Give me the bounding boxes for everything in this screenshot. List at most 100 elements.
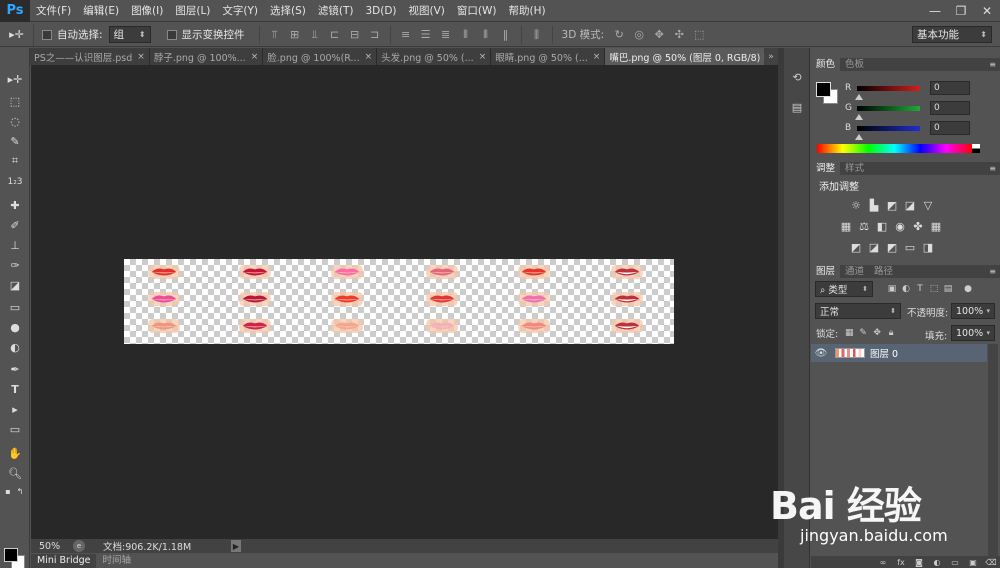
tab-adjustments[interactable]: 调整	[811, 162, 841, 175]
zoom-tool-icon[interactable]: 🔍︎	[5, 464, 25, 482]
opacity-input[interactable]: 100% ▾	[951, 303, 995, 319]
r-slider[interactable]	[857, 85, 920, 91]
tab-paths[interactable]: 路径	[869, 265, 898, 278]
blur-tool-icon[interactable]: ●	[5, 318, 25, 336]
document-tab[interactable]: 嘴巴.png @ 50% (图层 0, RGB/8) *×	[605, 48, 778, 65]
tab-color[interactable]: 颜色	[811, 58, 841, 71]
brush-tool-icon[interactable]: ✐	[5, 216, 25, 234]
menu-item[interactable]: 编辑(E)	[77, 0, 125, 22]
document-tab[interactable]: PS之——认识图层.psd ×	[30, 48, 150, 65]
link-layers-icon[interactable]: ∞	[874, 558, 892, 567]
filter-shape-icon[interactable]: ⬚	[927, 282, 941, 296]
properties-panel-icon[interactable]: ▤	[788, 98, 806, 116]
new-adjustment-icon[interactable]: ◐	[928, 558, 946, 567]
filter-smart-object-icon[interactable]: ▤	[941, 282, 955, 296]
tab-close-icon[interactable]: ×	[137, 52, 145, 62]
tab-close-icon[interactable]: ×	[593, 52, 601, 62]
lock-all-icon[interactable]: 🔒︎	[884, 326, 898, 340]
gradient-tool-icon[interactable]: ▭	[5, 298, 25, 316]
bottom-tab[interactable]: 时间轴	[96, 554, 137, 568]
align-left-icon[interactable]: ⊏	[326, 26, 344, 44]
menu-item[interactable]: 图层(L)	[169, 0, 216, 22]
exposure-icon[interactable]: ◪	[903, 198, 917, 212]
document-tab[interactable]: 脸.png @ 100%(R... ×	[263, 48, 378, 65]
tab-swatches[interactable]: 色板	[840, 58, 869, 71]
hue-saturation-icon[interactable]: ▦	[839, 219, 853, 233]
g-slider-thumb[interactable]	[855, 114, 863, 120]
selective-color-icon[interactable]: ◨	[921, 240, 935, 254]
quick-select-tool-icon[interactable]: ✎	[5, 132, 25, 150]
r-slider-thumb[interactable]	[855, 94, 863, 100]
color-foreground-swatch[interactable]	[816, 82, 831, 97]
layer-filter-dropdown[interactable]: ⌕ 类型 ⬍	[815, 281, 873, 297]
menu-item[interactable]: 帮助(H)	[503, 0, 552, 22]
marquee-tool-icon[interactable]: ⬚	[5, 92, 25, 110]
blend-mode-dropdown[interactable]: 正常 ⬍	[815, 303, 901, 319]
drag-3d-icon[interactable]: ✥	[650, 26, 668, 44]
new-layer-icon[interactable]: ▣	[964, 558, 982, 567]
color-lookup-icon[interactable]: ▦	[929, 219, 943, 233]
document-tab[interactable]: 脖子.png @ 100%... ×	[149, 48, 264, 65]
lasso-tool-icon[interactable]: ◌	[5, 112, 25, 130]
r-value-input[interactable]: 0	[930, 81, 970, 95]
swap-colors-icon[interactable]: ↰	[14, 482, 26, 500]
tab-close-icon[interactable]: ×	[251, 52, 259, 62]
restore-button[interactable]: ❐	[948, 0, 974, 22]
path-select-tool-icon[interactable]: ▸	[5, 400, 25, 418]
foreground-color-swatch[interactable]	[4, 548, 18, 562]
status-menu-arrow-icon[interactable]: ▶	[231, 540, 241, 552]
menu-item[interactable]: 文字(Y)	[216, 0, 264, 22]
menu-item[interactable]: 文件(F)	[30, 0, 77, 22]
status-info-icon[interactable]: e	[73, 540, 85, 552]
distribute-left-icon[interactable]: ⦀	[457, 26, 475, 44]
type-tool-icon[interactable]: T	[5, 380, 25, 398]
align-bottom-icon[interactable]: ⫫	[306, 26, 324, 44]
align-top-icon[interactable]: ⫪	[266, 26, 284, 44]
rectangle-tool-icon[interactable]: ▭	[5, 420, 25, 438]
auto-align-icon[interactable]: ⫼	[528, 26, 546, 44]
workspace-dropdown[interactable]: 基本功能 ⬍	[912, 26, 992, 43]
filter-toggle-icon[interactable]: ●	[961, 282, 975, 296]
filter-adjustment-icon[interactable]: ◐	[899, 282, 913, 296]
tab-close-icon[interactable]: ×	[365, 52, 373, 62]
tab-overflow-icon[interactable]: »	[764, 48, 778, 65]
tab-layers[interactable]: 图层	[811, 265, 841, 278]
pen-tool-icon[interactable]: ✒	[5, 360, 25, 378]
filter-pixel-icon[interactable]: ▣	[885, 282, 899, 296]
color-spectrum-bw[interactable]	[972, 144, 980, 153]
move-tool-preset[interactable]: ▸✛	[0, 23, 34, 46]
levels-icon[interactable]: ▙	[867, 198, 881, 212]
menu-item[interactable]: 选择(S)	[264, 0, 312, 22]
tab-styles[interactable]: 样式	[840, 162, 869, 175]
brightness-contrast-icon[interactable]: ☼	[849, 198, 863, 212]
panel-menu-icon[interactable]: ≡	[989, 265, 996, 278]
photo-filter-icon[interactable]: ◉	[893, 219, 907, 233]
align-hcenter-icon[interactable]: ⊟	[346, 26, 364, 44]
layers-scrollbar[interactable]	[988, 344, 998, 556]
panel-menu-icon[interactable]: ≡	[989, 162, 996, 175]
distribute-hcenter-icon[interactable]: ⫴	[477, 26, 495, 44]
g-value-input[interactable]: 0	[930, 101, 970, 115]
slide-3d-icon[interactable]: ✣	[670, 26, 688, 44]
posterize-icon[interactable]: ◪	[867, 240, 881, 254]
crop-tool-icon[interactable]: ⌗	[5, 152, 25, 170]
curves-icon[interactable]: ◩	[885, 198, 899, 212]
default-colors-icon[interactable]: ▪	[2, 482, 14, 500]
gradient-map-icon[interactable]: ▭	[903, 240, 917, 254]
close-button[interactable]: ✕	[974, 0, 1000, 22]
vibrance-icon[interactable]: ▽	[921, 198, 935, 212]
threshold-icon[interactable]: ◩	[885, 240, 899, 254]
menu-item[interactable]: 窗口(W)	[451, 0, 503, 22]
panel-menu-icon[interactable]: ≡	[989, 58, 996, 71]
document-tab[interactable]: 头发.png @ 50% (... ×	[377, 48, 492, 65]
eraser-tool-icon[interactable]: ◪	[5, 276, 25, 294]
history-brush-tool-icon[interactable]: ✑	[5, 256, 25, 274]
menu-item[interactable]: 视图(V)	[403, 0, 451, 22]
layer-mask-icon[interactable]: ◙	[910, 558, 928, 567]
distribute-right-icon[interactable]: ‖	[497, 26, 515, 44]
black-white-icon[interactable]: ◧	[875, 219, 889, 233]
clone-stamp-tool-icon[interactable]: ⊥	[5, 236, 25, 254]
zoom-level[interactable]: 50%	[31, 541, 67, 552]
lock-pixels-icon[interactable]: ✎	[856, 326, 870, 340]
distribute-top-icon[interactable]: ≡	[397, 26, 415, 44]
